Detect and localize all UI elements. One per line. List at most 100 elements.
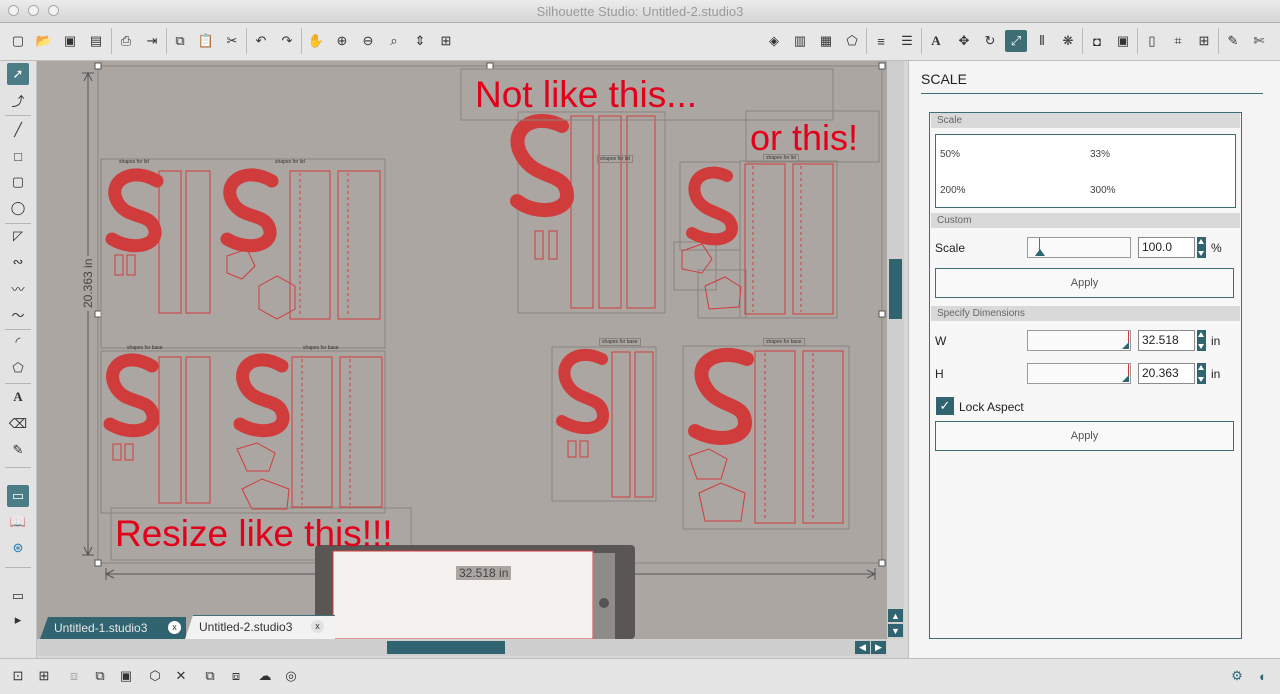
text-tool-icon[interactable]: A [7, 386, 29, 408]
horizontal-scrollbar[interactable]: ◀ ▶ [37, 639, 887, 656]
print-icon[interactable]: ⎙ [115, 30, 137, 52]
rounded-rectangle-tool-icon[interactable]: ▢ [7, 171, 29, 193]
registration-marks-icon[interactable]: ⌗ [1167, 30, 1189, 52]
scroll-up-arrow-icon[interactable]: ▲ [888, 609, 903, 622]
trace-icon[interactable]: ▣ [1112, 30, 1134, 52]
copy-icon[interactable]: ⧉ [169, 30, 191, 52]
align-icon[interactable]: ⫴ [1031, 30, 1053, 52]
paste-icon[interactable]: 📋 [195, 30, 217, 52]
tab-untitled-2[interactable]: Untitled-2.studio3 x [185, 615, 335, 639]
delete-icon[interactable]: ✕ [170, 665, 192, 687]
sketch-icon[interactable]: ✎ [1222, 30, 1244, 52]
scale-panel-icon[interactable]: ⤢ [1005, 30, 1027, 52]
cut-settings-icon[interactable]: ✄ [1248, 30, 1270, 52]
show-send-panel-icon[interactable]: ▭ [7, 585, 29, 607]
apply-dimensions-button[interactable]: Apply [935, 421, 1234, 451]
line-width-icon[interactable]: ☰ [896, 30, 918, 52]
width-stepper[interactable] [1197, 330, 1206, 351]
gradient-icon[interactable]: ▥ [789, 30, 811, 52]
select-tool-icon[interactable]: ➚ [7, 63, 29, 85]
height-stepper[interactable] [1197, 363, 1206, 384]
scale-percent-input[interactable]: 100.0 [1138, 237, 1195, 258]
release-compound-path-icon[interactable]: ⧉ [89, 665, 111, 687]
redo-icon[interactable]: ↷ [276, 30, 298, 52]
curve-tool-icon[interactable]: ∾ [7, 251, 29, 273]
open-folder-icon[interactable]: 📂 [33, 30, 55, 52]
new-document-icon[interactable]: ▢ [7, 30, 29, 52]
smooth-freehand-icon[interactable]: 〜 [7, 303, 29, 325]
preset-50[interactable]: 50% [940, 149, 960, 160]
height-input[interactable]: 20.363 [1138, 363, 1195, 384]
weld-icon[interactable]: ⬡ [144, 665, 166, 687]
modify-icon[interactable]: ☁ [254, 665, 276, 687]
bring-to-front-icon[interactable]: ▣ [115, 665, 137, 687]
grid-icon[interactable]: ⊞ [1193, 30, 1215, 52]
width-input[interactable]: 32.518 [1138, 330, 1195, 351]
vertical-scroll-thumb[interactable] [889, 259, 902, 319]
line-style-icon[interactable]: ≡ [870, 30, 892, 52]
ellipse-tool-icon[interactable]: ◯ [7, 197, 29, 219]
scale-slider[interactable] [1027, 237, 1131, 258]
close-icon[interactable]: x [311, 620, 324, 633]
apply-scale-button[interactable]: Apply [935, 268, 1234, 298]
zoom-in-icon[interactable]: ⊕ [331, 30, 353, 52]
ungroup-icon[interactable]: ⊞ [33, 665, 55, 687]
preset-200[interactable]: 200% [940, 185, 966, 196]
send-backward-icon[interactable]: ⧈ [225, 665, 247, 687]
bring-forward-icon[interactable]: ⧉ [199, 665, 221, 687]
scroll-left-arrow-icon[interactable]: ◀ [855, 641, 870, 654]
rotate-icon[interactable]: ↻ [979, 30, 1001, 52]
regular-polygon-icon[interactable]: ⬠ [7, 357, 29, 379]
design-label-center-top: shapes for lid [597, 155, 633, 163]
eraser-tool-icon[interactable]: ⌫ [7, 413, 29, 435]
zoom-out-icon[interactable]: ⊖ [357, 30, 379, 52]
design-view-icon[interactable]: ▭ [7, 485, 29, 507]
expand-panel-icon[interactable]: ▸ [7, 609, 29, 631]
height-slider[interactable] [1027, 363, 1131, 384]
tab-untitled-1[interactable]: Untitled-1.studio3 x [40, 617, 186, 639]
replicate-icon[interactable]: ❋ [1057, 30, 1079, 52]
line-color-icon[interactable]: ⬠ [841, 30, 863, 52]
scroll-down-arrow-icon[interactable]: ▼ [888, 624, 903, 637]
width-slider[interactable] [1027, 330, 1131, 351]
online-store-icon[interactable]: ⊛ [7, 537, 29, 559]
line-tool-icon[interactable]: ╱ [7, 119, 29, 141]
transform-icon[interactable]: ✥ [953, 30, 975, 52]
zoom-selection-icon[interactable]: ⌕ [383, 30, 405, 52]
save-to-library-icon[interactable]: ▤ [85, 30, 107, 52]
send-to-cutter-icon[interactable]: ⇥ [141, 30, 163, 52]
pan-hand-icon[interactable]: ✋ [305, 30, 327, 52]
offset-target-icon[interactable]: ◎ [280, 665, 302, 687]
make-compound-path-icon[interactable]: ⧈ [63, 665, 85, 687]
group-icon[interactable]: ⊡ [7, 665, 29, 687]
cut-scissors-icon[interactable]: ✂ [221, 30, 243, 52]
offset-icon[interactable]: ◘ [1086, 30, 1108, 52]
scroll-right-arrow-icon[interactable]: ▶ [871, 641, 886, 654]
fit-to-page-icon[interactable]: ⊞ [435, 30, 457, 52]
preset-33[interactable]: 33% [1090, 149, 1110, 160]
drag-zoom-icon[interactable]: ⇕ [409, 30, 431, 52]
scale-section-header: Scale [931, 113, 1240, 128]
horizontal-scroll-thumb[interactable] [387, 641, 505, 654]
library-icon[interactable]: 📖 [7, 511, 29, 533]
preset-300[interactable]: 300% [1090, 185, 1116, 196]
arc-tool-icon[interactable]: ◜ [7, 331, 29, 353]
lock-aspect-checkbox[interactable]: ✓ [936, 397, 954, 415]
settings-gear-icon[interactable]: ⚙ [1226, 665, 1248, 687]
close-icon[interactable]: x [168, 621, 181, 634]
knife-tool-icon[interactable]: ✎ [7, 439, 29, 461]
text-style-icon[interactable]: A [925, 30, 947, 52]
save-icon[interactable]: ▣ [59, 30, 81, 52]
page-setup-icon[interactable]: ▯ [1141, 30, 1163, 52]
scale-stepper[interactable] [1197, 237, 1206, 258]
design-canvas[interactable]: shapes for lid shapes for lid shapes for… [37, 61, 887, 639]
undo-icon[interactable]: ↶ [250, 30, 272, 52]
fill-pattern-icon[interactable]: ▦ [815, 30, 837, 52]
polygon-tool-icon[interactable]: ◸ [7, 225, 29, 247]
fill-color-icon[interactable]: ◈ [763, 30, 785, 52]
edit-points-icon[interactable]: ⤴ [7, 89, 29, 111]
freehand-tool-icon[interactable]: 〰 [7, 277, 29, 299]
vertical-scrollbar[interactable]: ▲ ▼ [887, 61, 904, 639]
rectangle-tool-icon[interactable]: □ [7, 145, 29, 167]
help-icon[interactable]: ◐ [1252, 665, 1274, 687]
